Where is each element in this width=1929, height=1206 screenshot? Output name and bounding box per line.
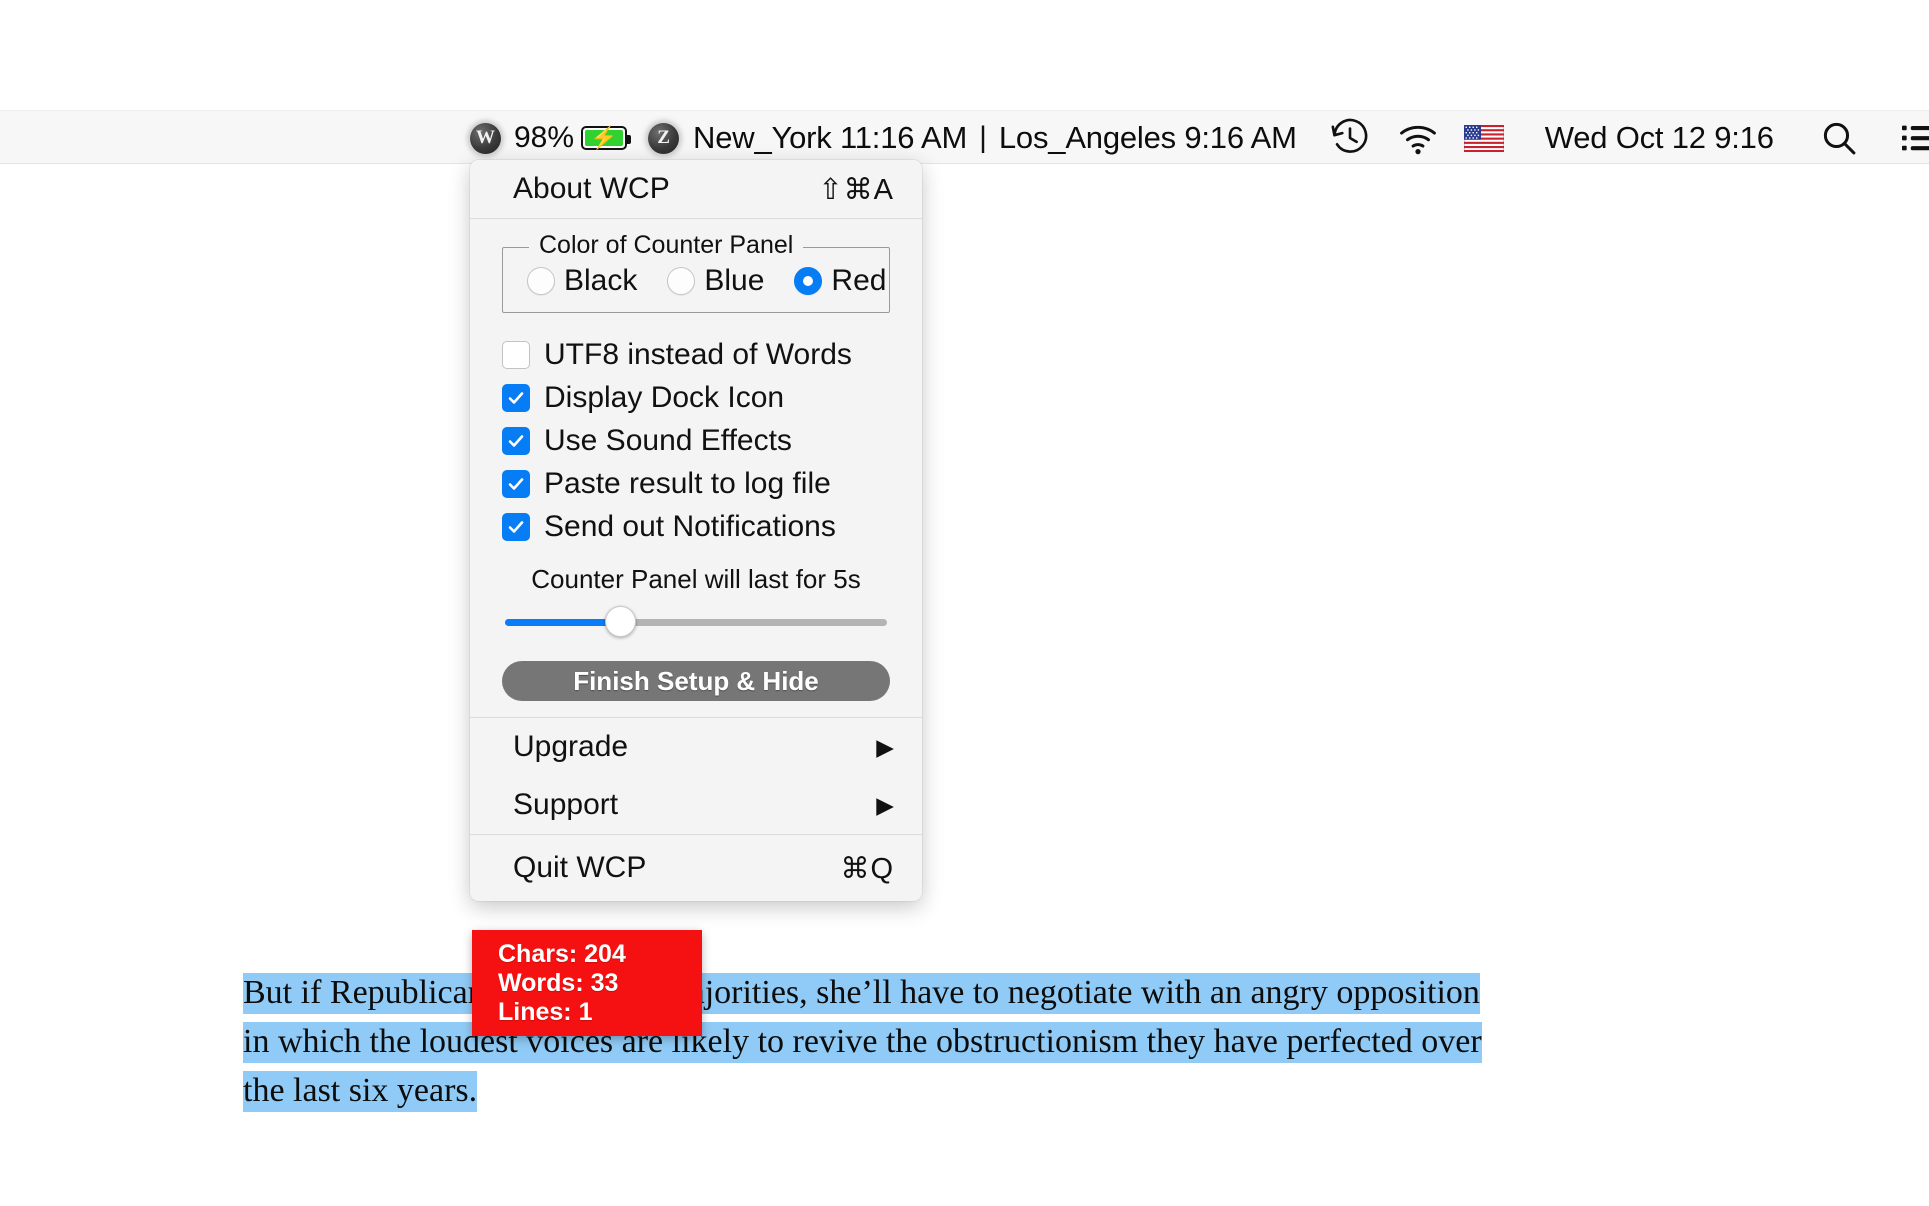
slider-caption: Counter Panel will last for 5s xyxy=(531,564,861,594)
chevron-right-icon: ▶ xyxy=(876,791,894,818)
timezone-secondary-label[interactable]: Los_Angeles 9:16 AM xyxy=(999,120,1297,156)
color-radio-group: Black Blue Red xyxy=(513,264,886,298)
menu-item-about-wcp[interactable]: About WCP ⇧⌘A xyxy=(470,160,922,218)
list-menu-icon[interactable] xyxy=(1898,115,1929,161)
battery-charging-icon[interactable]: ⚡ xyxy=(581,126,632,150)
radio-blue-label: Blue xyxy=(704,264,765,297)
checkbox-dock-icon-label: Display Dock Icon xyxy=(544,380,785,414)
document-line-2: in which the loudest voices are likely t… xyxy=(243,1017,1533,1066)
radio-option-black[interactable]: Black xyxy=(527,264,637,298)
radio-black-label: Black xyxy=(564,264,638,297)
menu-item-quit-wcp[interactable]: Quit WCP ⌘Q xyxy=(470,835,922,901)
color-group-legend: Color of Counter Panel xyxy=(529,231,804,260)
checkbox-paste-log-label: Paste result to log file xyxy=(544,466,831,500)
radio-black-icon[interactable] xyxy=(527,267,555,295)
menu-item-about-label: About WCP xyxy=(513,172,670,205)
checkbox-notifications-label: Send out Notifications xyxy=(544,509,836,543)
radio-red-icon[interactable] xyxy=(794,267,823,295)
document-line-3-text: the last six years. xyxy=(243,1071,478,1112)
slider-fill xyxy=(505,619,620,626)
timezone-primary-label[interactable]: New_York 11:16 AM xyxy=(693,120,967,156)
menu-item-quit-label: Quit WCP xyxy=(513,851,647,884)
checkbox-sound-effects-icon[interactable] xyxy=(502,426,530,455)
finish-setup-and-hide-button[interactable]: Finish Setup & Hide xyxy=(502,661,890,701)
screen: W 98% ⚡ Z New_York 11:16 AM | Los_Angele… xyxy=(0,0,1929,1206)
options-checkbox-list: UTF8 instead of Words Display Dock Icon xyxy=(470,321,922,548)
radio-blue-icon[interactable] xyxy=(667,267,696,295)
checkbox-sound-effects-label: Use Sound Effects xyxy=(544,423,792,457)
checkbox-row-paste-log[interactable]: Paste result to log file xyxy=(502,462,922,505)
counter-lines: Lines: 1 xyxy=(498,998,593,1026)
menubar-clock[interactable]: Wed Oct 12 9:16 xyxy=(1545,120,1774,156)
slider-thumb[interactable] xyxy=(604,606,636,637)
checkbox-row-utf8[interactable]: UTF8 instead of Words xyxy=(502,333,922,376)
checkbox-notifications-icon[interactable] xyxy=(502,512,530,541)
radio-red-label: Red xyxy=(831,264,887,297)
clock-rewind-icon[interactable] xyxy=(1327,115,1373,161)
counter-chars: Chars: 204 xyxy=(498,940,626,968)
duration-slider[interactable] xyxy=(505,606,887,639)
checkbox-dock-icon-icon[interactable] xyxy=(502,383,530,412)
menu-bar: W 98% ⚡ Z New_York 11:16 AM | Los_Angele… xyxy=(0,110,1929,164)
checkbox-row-dock-icon[interactable]: Display Dock Icon xyxy=(502,376,922,419)
document-line-1-text: But if Republicans retain their majoriti… xyxy=(243,973,1480,1014)
wifi-icon[interactable] xyxy=(1395,115,1441,161)
wcp-menubar-icon[interactable]: W xyxy=(470,122,501,154)
counter-panel: Chars: 204 Words: 33 Lines: 1 xyxy=(472,930,702,1036)
timezone-menubar-icon[interactable]: Z xyxy=(648,122,680,154)
menu-item-support[interactable]: Support ▶ xyxy=(470,776,922,834)
document-line-2-text: in which the loudest voices are likely t… xyxy=(243,1022,1482,1063)
battery-percent-label: 98% xyxy=(514,121,575,154)
wcp-menu-panel: About WCP ⇧⌘A Color of Counter Panel Bla… xyxy=(470,160,922,901)
menu-item-upgrade[interactable]: Upgrade ▶ xyxy=(470,718,922,776)
checkbox-row-notifications[interactable]: Send out Notifications xyxy=(502,505,922,548)
document-text: But if Republicans retain their majoriti… xyxy=(243,968,1533,1115)
menu-item-upgrade-label: Upgrade xyxy=(513,730,629,763)
counter-words: Words: 33 xyxy=(498,969,619,997)
menu-item-quit-shortcut: ⌘Q xyxy=(840,852,894,885)
document-line-1: But if Republicans retain their majoriti… xyxy=(243,968,1533,1017)
radio-option-blue[interactable]: Blue xyxy=(667,264,764,298)
checkbox-row-sound-effects[interactable]: Use Sound Effects xyxy=(502,419,922,462)
settings-panel: Color of Counter Panel Black Blue Red UT… xyxy=(470,219,922,717)
checkbox-utf8-icon[interactable] xyxy=(502,340,530,369)
timezone-separator: | xyxy=(979,121,987,154)
menu-item-about-shortcut: ⇧⌘A xyxy=(818,173,894,206)
search-icon[interactable] xyxy=(1816,115,1862,161)
menu-bar-status-items: W 98% ⚡ Z New_York 11:16 AM | Los_Angele… xyxy=(470,111,1929,165)
checkbox-paste-log-icon[interactable] xyxy=(502,469,530,498)
document-line-3: the last six years. xyxy=(243,1066,1533,1115)
checkbox-utf8-label: UTF8 instead of Words xyxy=(544,337,852,371)
color-of-counter-panel-group: Color of Counter Panel Black Blue Red xyxy=(502,231,890,313)
radio-option-red[interactable]: Red xyxy=(794,264,886,298)
chevron-right-icon: ▶ xyxy=(876,733,894,760)
us-flag-icon[interactable] xyxy=(1463,117,1505,159)
menu-item-support-label: Support xyxy=(513,788,619,821)
